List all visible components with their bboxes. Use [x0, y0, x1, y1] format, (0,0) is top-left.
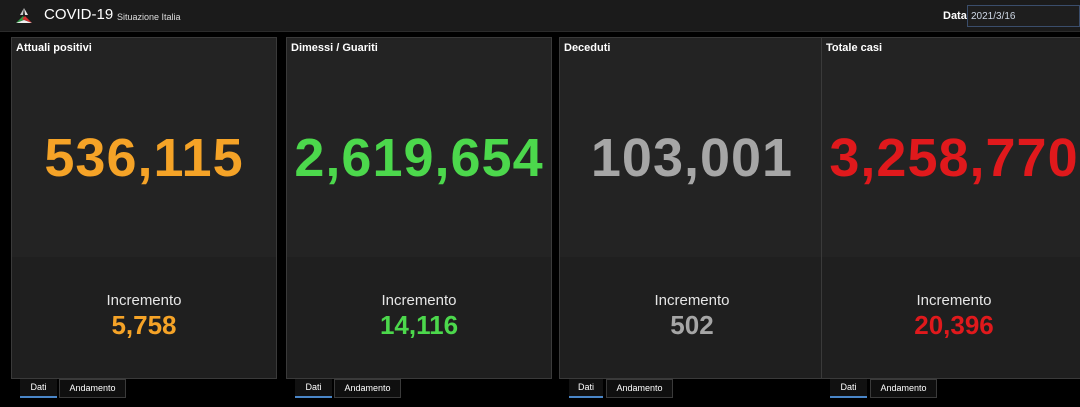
total-value: 2,619,654 [294, 128, 544, 188]
increment-value: 5,758 [111, 310, 177, 340]
increment-label: Incremento [381, 292, 457, 309]
increment-label: Incremento [654, 292, 730, 309]
card-main-panel: Deceduti 103,001 [560, 38, 824, 257]
app-title: COVID-19 [44, 6, 114, 23]
card-totale-casi: Totale casi 3,258,770 Incremento 20,396 [821, 37, 1080, 379]
tab-andamento[interactable]: Andamento [59, 379, 126, 398]
date-label: Data [943, 10, 967, 22]
increment-label: Incremento [916, 292, 992, 309]
increment-value: 14,116 [379, 310, 459, 340]
total-value: 103,001 [590, 128, 794, 188]
card-increment-panel: Incremento 14,116 [287, 257, 551, 378]
card-increment-panel: Incremento 5,758 [12, 257, 276, 378]
tab-andamento[interactable]: Andamento [606, 379, 673, 398]
card-dimessi-guariti: Dimessi / Guariti 2,619,654 Incremento 1… [286, 37, 552, 379]
total-value: 536,115 [44, 128, 244, 188]
increment-value: 20,396 [914, 310, 994, 340]
card-title: Attuali positivi [16, 42, 92, 54]
card-main-panel: Totale casi 3,258,770 [822, 38, 1080, 257]
card-increment-panel: Incremento 20,396 [822, 257, 1080, 378]
card-main-panel: Dimessi / Guariti 2,619,654 [287, 38, 551, 257]
card-title: Deceduti [564, 42, 611, 54]
increment-label: Incremento [106, 292, 182, 309]
tab-andamento[interactable]: Andamento [334, 379, 401, 398]
tab-dati[interactable]: Dati [295, 379, 332, 398]
card-increment-panel: Incremento 502 [560, 257, 824, 378]
card-title: Totale casi [826, 42, 883, 54]
card-main-panel: Attuali positivi 536,115 [12, 38, 276, 257]
logo-icon [16, 8, 32, 23]
date-input[interactable] [967, 5, 1080, 27]
card-title: Dimessi / Guariti [291, 42, 378, 54]
tab-dati[interactable]: Dati [830, 379, 867, 398]
tab-dati[interactable]: Dati [569, 379, 603, 398]
tab-dati[interactable]: Dati [20, 379, 57, 398]
app-subtitle: Situazione Italia [117, 12, 181, 22]
app-header: COVID-19 Situazione Italia Data [0, 0, 1080, 32]
tab-andamento[interactable]: Andamento [870, 379, 937, 398]
total-value: 3,258,770 [829, 128, 1079, 188]
card-deceduti: Deceduti 103,001 Incremento 502 [559, 37, 825, 379]
card-attuali-positivi: Attuali positivi 536,115 Incremento 5,75… [11, 37, 277, 379]
increment-value: 502 [670, 310, 714, 340]
